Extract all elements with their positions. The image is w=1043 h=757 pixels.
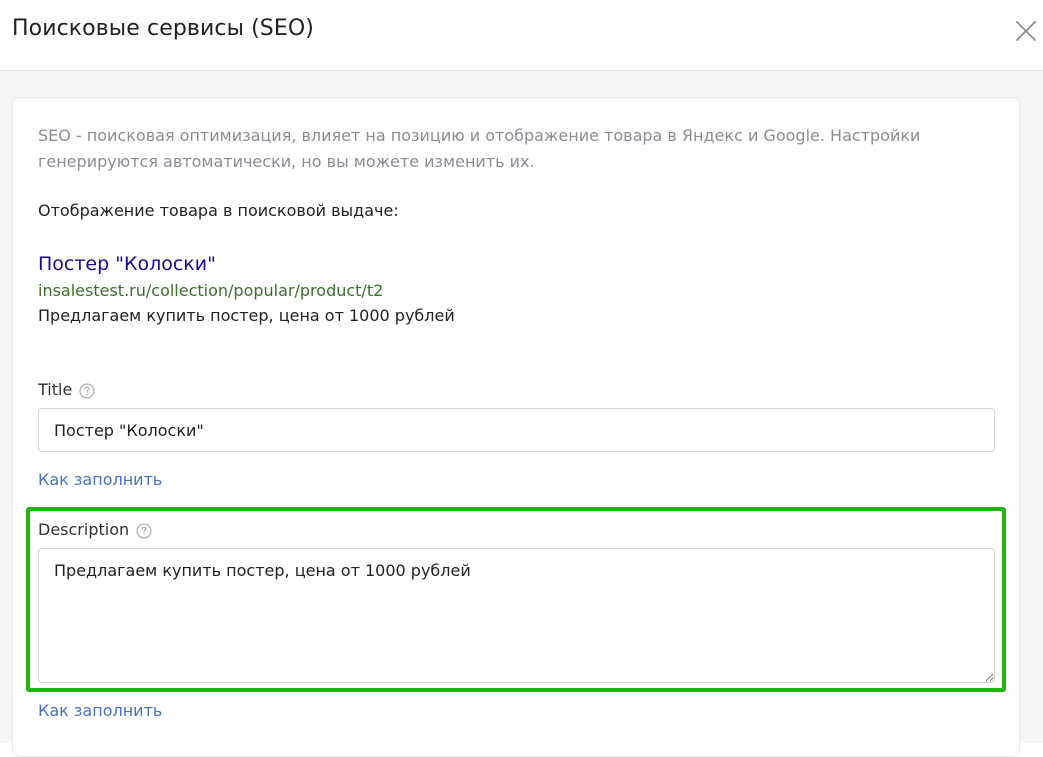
modal-header: Поисковые сервисы (SEO) bbox=[0, 0, 1043, 71]
search-preview-title: Постер "Колоски" bbox=[38, 253, 216, 275]
search-preview-description: Предлагаем купить постер, цена от 1000 р… bbox=[38, 306, 455, 325]
close-icon[interactable] bbox=[1014, 19, 1038, 43]
title-label-text: Title bbox=[38, 380, 73, 399]
modal-title: Поисковые сервисы (SEO) bbox=[12, 16, 314, 41]
search-preview-url: insalestest.ru/collection/popular/produc… bbox=[38, 281, 384, 300]
title-input[interactable] bbox=[38, 408, 995, 452]
search-preview-label: Отображение товара в поисковой выдаче: bbox=[38, 201, 399, 220]
description-field-label: Description bbox=[38, 518, 152, 542]
description-textarea[interactable]: Предлагаем купить постер, цена от 1000 р… bbox=[38, 548, 995, 683]
description-how-to-fill-link[interactable]: Как заполнить bbox=[38, 699, 162, 723]
description-label-text: Description bbox=[38, 520, 130, 539]
title-field-label: Title bbox=[38, 378, 95, 402]
seo-intro-text: SEO - поисковая оптимизация, влияет на п… bbox=[38, 126, 921, 171]
help-circle-icon[interactable] bbox=[79, 382, 95, 399]
title-how-to-fill-link[interactable]: Как заполнить bbox=[38, 468, 162, 492]
help-circle-icon[interactable] bbox=[136, 522, 152, 539]
